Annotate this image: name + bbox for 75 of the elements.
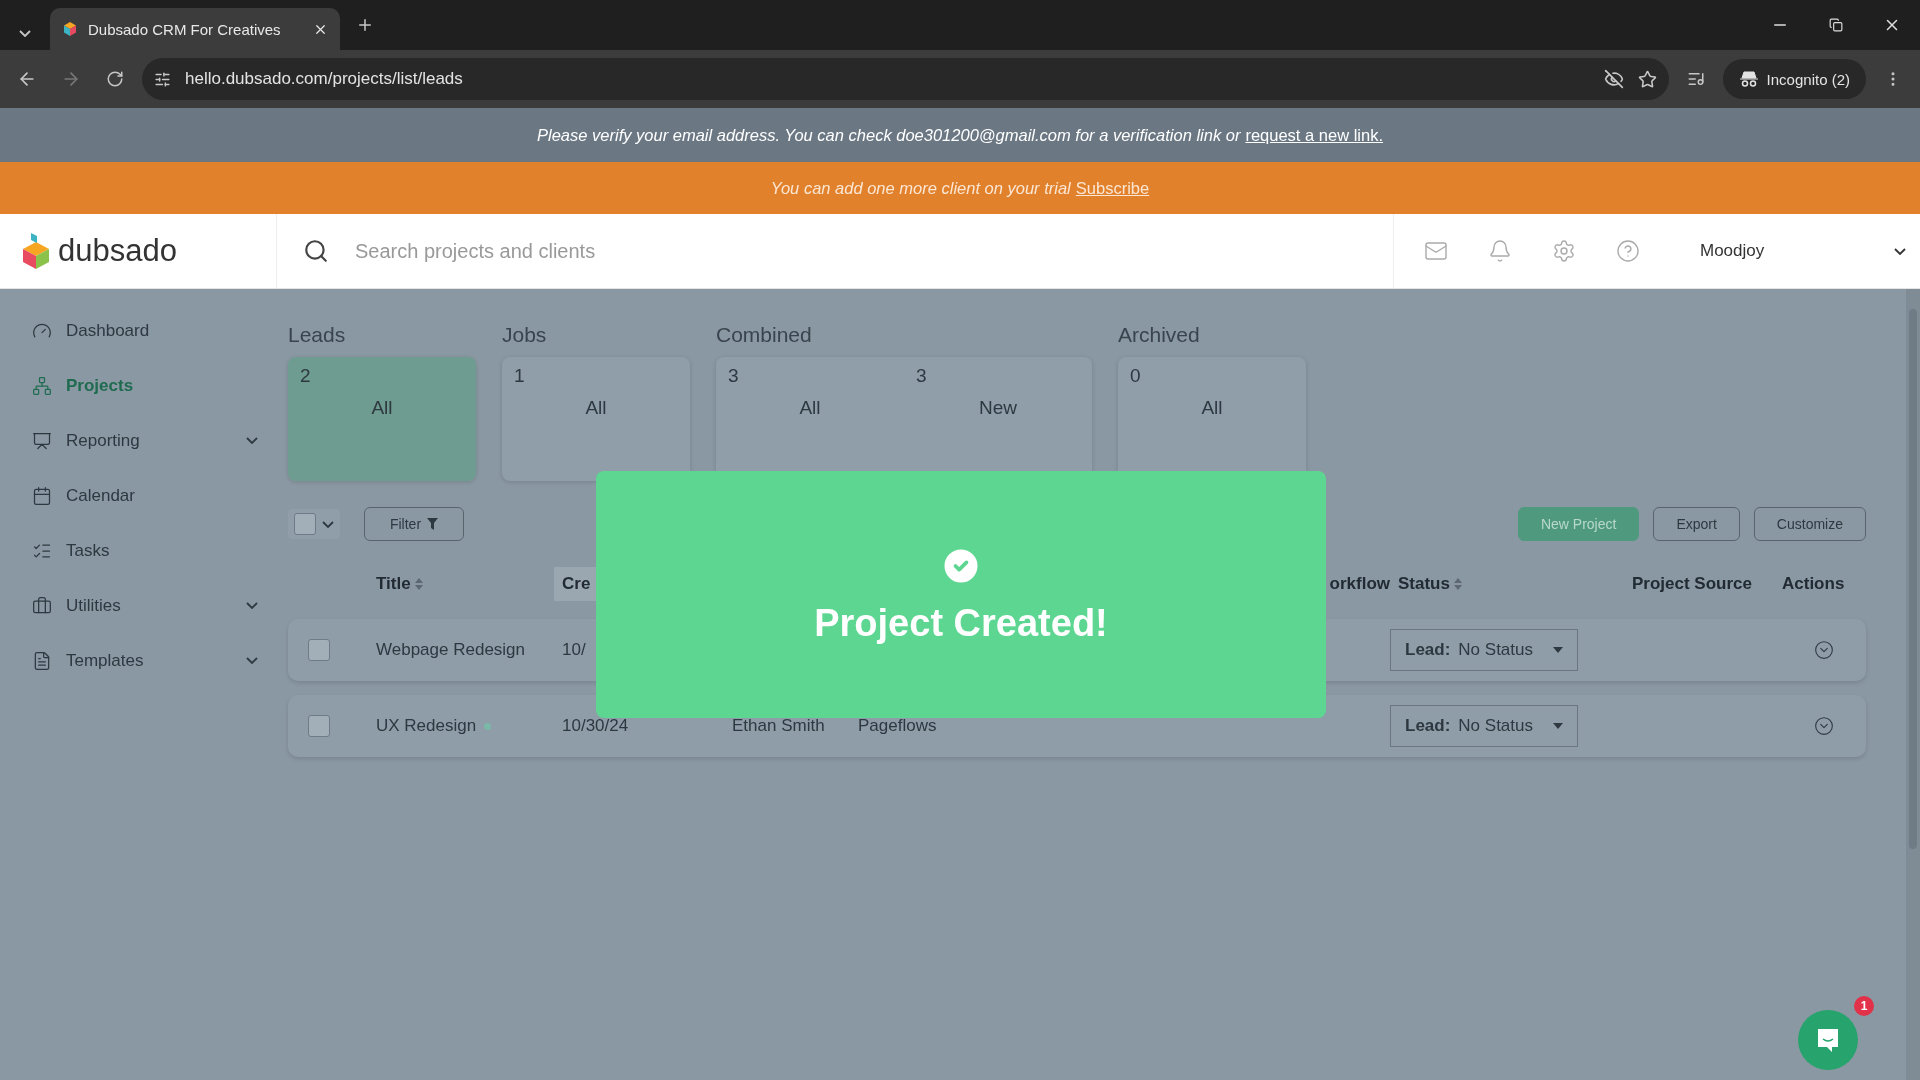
restore-icon[interactable] <box>1829 18 1843 32</box>
eye-off-icon[interactable] <box>1603 69 1624 89</box>
settings-icon[interactable] <box>1552 239 1576 263</box>
toolbar-button[interactable]: Export <box>1653 507 1740 541</box>
media-control-icon[interactable] <box>1686 70 1705 88</box>
sidebar-item[interactable]: Dashboard <box>0 303 288 358</box>
status-dropdown[interactable]: Lead: No Status <box>1390 629 1578 671</box>
stat-card[interactable]: 2 All <box>288 357 476 481</box>
sidebar-item[interactable]: Utilities <box>0 578 288 633</box>
table-cell-text: 10/ <box>561 640 587 660</box>
address-bar[interactable]: hello.dubsado.com/projects/list/leads <box>142 58 1669 100</box>
new-tab-icon[interactable] <box>356 16 374 34</box>
tab-search-chevron-icon[interactable] <box>19 29 31 37</box>
briefcase-icon <box>32 595 52 616</box>
group-label: Jobs <box>502 323 548 347</box>
browser-tab[interactable]: Dubsado CRM For Creatives <box>50 8 340 50</box>
sort-icon[interactable] <box>1453 578 1462 590</box>
row-checkbox[interactable] <box>308 715 330 737</box>
banner-link[interactable]: Subscribe <box>1075 178 1150 198</box>
banner-text: You can add one more client on your trial <box>770 178 1071 198</box>
chevron-down-icon <box>1894 247 1906 255</box>
actions-icon[interactable] <box>1814 716 1834 736</box>
calendar-icon <box>32 485 52 506</box>
toolbar-button[interactable]: Customize <box>1753 507 1866 541</box>
scrollbar[interactable] <box>1906 289 1920 1080</box>
toast-title: Project Created! <box>814 602 1108 645</box>
table-cell-text: 10/30/24 <box>561 716 630 736</box>
help-icon[interactable] <box>1616 239 1640 263</box>
sidebar-item[interactable]: Reporting <box>0 413 288 468</box>
banner-text: Please verify your email address. You can check doe301200@gmail.com for a verification link or <box>537 125 1241 145</box>
column-header[interactable]: Cre <box>554 567 599 601</box>
logo-text: dubsado <box>58 233 177 269</box>
favicon-icon <box>62 21 78 37</box>
table-cell-text: Ethan Smith <box>731 716 826 736</box>
column-header[interactable]: Status <box>1390 567 1470 601</box>
site-info-icon[interactable] <box>154 70 171 88</box>
network-icon <box>32 375 52 396</box>
actions-icon[interactable] <box>1814 640 1834 660</box>
select-all-dropdown[interactable] <box>288 509 340 539</box>
notification-badge: 1 <box>1854 996 1874 1016</box>
presentation-icon <box>32 430 52 451</box>
incognito-button[interactable]: Incognito (2) <box>1722 59 1866 99</box>
mail-icon[interactable] <box>1424 239 1448 263</box>
sidebar-item[interactable]: Templates <box>0 633 288 688</box>
sort-icon[interactable] <box>414 578 423 590</box>
sidebar-item[interactable]: Calendar <box>0 468 288 523</box>
table-cell-text: Pageflows <box>857 716 938 736</box>
row-checkbox[interactable] <box>308 639 330 661</box>
group-label: Archived <box>1118 323 1201 347</box>
table-cell: Webpage Redesign <box>376 640 525 660</box>
column-header[interactable]: orkflow <box>1329 567 1390 601</box>
column-header[interactable]: Title <box>368 567 431 601</box>
group-label: Combined <box>716 323 813 347</box>
filter-icon <box>427 518 439 530</box>
logo-icon <box>22 232 50 270</box>
bell-icon[interactable] <box>1488 239 1512 263</box>
bookmark-star-icon[interactable] <box>1637 69 1657 89</box>
toolbar-button[interactable]: New Project <box>1517 507 1640 541</box>
chevron-down-icon <box>322 520 334 528</box>
banner-link[interactable]: request a new link. <box>1245 125 1383 145</box>
column-header[interactable]: Project Source <box>1624 567 1760 601</box>
table-cell: UX Redesign <box>376 716 477 736</box>
status-dropdown[interactable]: Lead: No Status <box>1390 705 1578 747</box>
group-label: Leads <box>288 323 347 347</box>
caret-icon <box>1553 647 1563 653</box>
filter-button[interactable]: Filter <box>364 507 464 541</box>
reload-icon[interactable] <box>106 70 124 88</box>
document-icon <box>32 650 52 671</box>
incognito-icon <box>1738 71 1759 87</box>
search-icon <box>303 238 329 264</box>
sidebar-item[interactable]: Tasks <box>0 523 288 578</box>
user-menu[interactable]: Moodjoy <box>1670 241 1920 261</box>
column-header[interactable]: Actions <box>1774 567 1853 601</box>
chat-button[interactable] <box>1798 1010 1858 1070</box>
caret-icon <box>1553 723 1563 729</box>
